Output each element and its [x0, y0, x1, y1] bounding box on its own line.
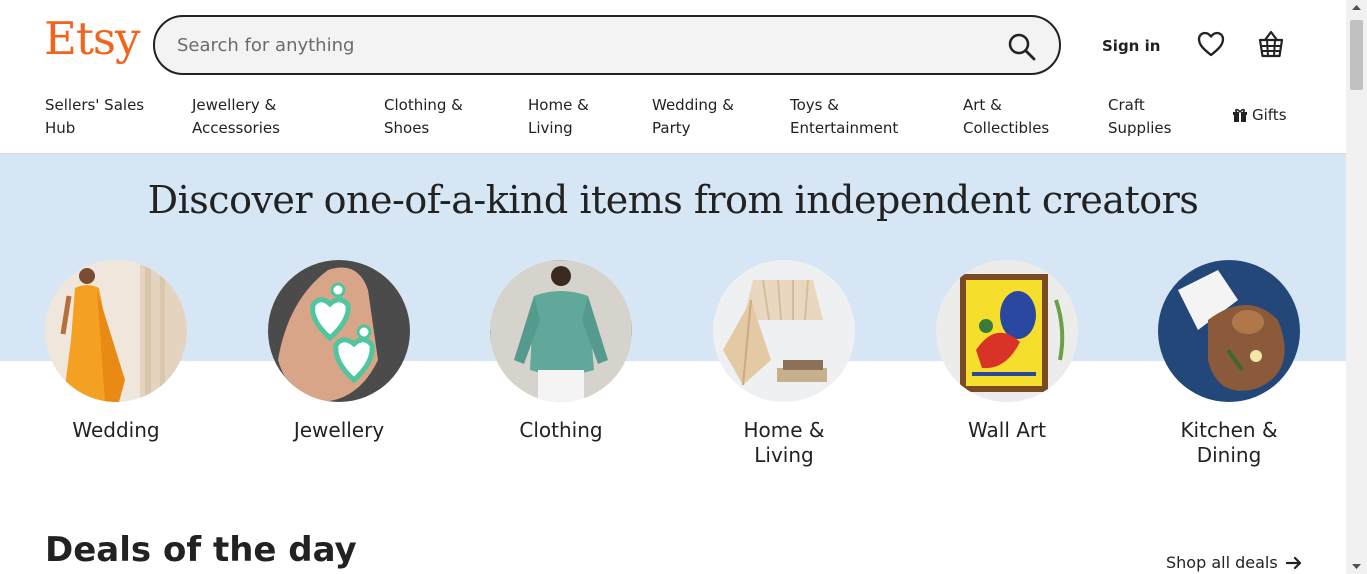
- chevron-up-icon: [1352, 5, 1361, 10]
- category-label: Kitchen & Dining: [1158, 418, 1300, 468]
- arrow-right-icon: [1285, 556, 1301, 569]
- category-image: [936, 260, 1078, 402]
- page-scrollbar[interactable]: [1346, 0, 1367, 574]
- nav-item-art-collectibles[interactable]: Art & Collectibles: [963, 94, 1049, 140]
- category-image: [490, 260, 632, 402]
- favorites-button[interactable]: [1196, 29, 1226, 59]
- category-nav: Sellers' Sales Hub Jewellery & Accessori…: [0, 94, 1346, 154]
- nav-item-label: Gifts: [1252, 106, 1287, 124]
- nav-item-label: Shoes: [384, 119, 430, 137]
- category-kitchen-dining[interactable]: Kitchen & Dining: [1158, 260, 1300, 468]
- category-image: [45, 260, 187, 402]
- category-label-line: Dining: [1196, 443, 1262, 467]
- category-label: Clothing: [519, 418, 603, 442]
- category-label: Jewellery: [293, 418, 385, 442]
- shop-all-deals-link[interactable]: Shop all deals: [1166, 553, 1302, 572]
- category-wall-art[interactable]: Wall Art: [936, 260, 1078, 443]
- category-label-line: Kitchen &: [1180, 418, 1278, 442]
- heart-icon: [1197, 31, 1225, 57]
- shop-all-deals-label: Shop all deals: [1166, 553, 1278, 572]
- chevron-down-icon: [1352, 564, 1361, 569]
- nav-item-label: Entertainment: [790, 119, 899, 137]
- category-image: [1158, 260, 1300, 402]
- nav-item-label: Wedding &: [652, 96, 734, 114]
- search-input[interactable]: [177, 31, 977, 59]
- nav-item-label: Jewellery &: [192, 96, 277, 114]
- nav-item-label: Collectibles: [963, 119, 1050, 137]
- nav-item-label: Home &: [528, 96, 589, 114]
- sign-in-link[interactable]: Sign in: [1102, 37, 1160, 55]
- deals-title: Deals of the day: [45, 530, 357, 570]
- search-bar: [153, 15, 1061, 75]
- category-home-living[interactable]: Home & Living: [713, 260, 855, 468]
- nav-item-home-living[interactable]: Home & Living: [528, 94, 589, 140]
- nav-item-label: Supplies: [1108, 119, 1172, 137]
- nav-item-label: Hub: [45, 119, 76, 137]
- nav-item-craft-supplies[interactable]: Craft Supplies: [1108, 94, 1171, 140]
- gift-icon: [1233, 108, 1247, 122]
- scrollbar-thumb[interactable]: [1350, 20, 1363, 90]
- nav-item-sellers-sales-hub[interactable]: Sellers' Sales Hub: [45, 94, 144, 140]
- nav-item-gifts[interactable]: Gifts: [1232, 106, 1287, 124]
- nav-item-label: Sellers' Sales: [45, 96, 145, 114]
- nav-item-wedding-party[interactable]: Wedding & Party: [652, 94, 734, 140]
- category-wedding[interactable]: Wedding: [45, 260, 187, 443]
- nav-item-jewellery-accessories[interactable]: Jewellery & Accessories: [192, 94, 280, 140]
- category-clothing[interactable]: Clothing: [490, 260, 632, 443]
- category-jewellery[interactable]: Jewellery: [268, 260, 410, 443]
- basket-icon: [1258, 30, 1284, 58]
- etsy-logo[interactable]: Etsy: [44, 16, 140, 61]
- scroll-up-button[interactable]: [1346, 0, 1367, 16]
- cart-button[interactable]: [1256, 29, 1286, 59]
- category-label: Home & Living: [743, 418, 825, 467]
- nav-item-label: Accessories: [192, 119, 280, 137]
- search-button[interactable]: [1007, 32, 1037, 62]
- nav-item-label: Art &: [963, 96, 1002, 114]
- search-icon: [1008, 33, 1036, 61]
- nav-item-clothing-shoes[interactable]: Clothing & Shoes: [384, 94, 463, 140]
- category-image: [268, 260, 410, 402]
- category-image: [713, 260, 855, 402]
- category-label: Wall Art: [968, 418, 1046, 442]
- scroll-down-button[interactable]: [1346, 558, 1367, 574]
- nav-item-label: Toys &: [790, 96, 839, 114]
- nav-item-label: Living: [528, 119, 573, 137]
- hero-title: Discover one-of-a-kind items from indepe…: [147, 178, 1199, 222]
- nav-item-toys-entertainment[interactable]: Toys & Entertainment: [790, 94, 898, 140]
- nav-item-label: Craft: [1108, 96, 1145, 114]
- nav-item-label: Party: [652, 119, 691, 137]
- category-label: Wedding: [72, 418, 160, 442]
- nav-item-label: Clothing &: [384, 96, 463, 114]
